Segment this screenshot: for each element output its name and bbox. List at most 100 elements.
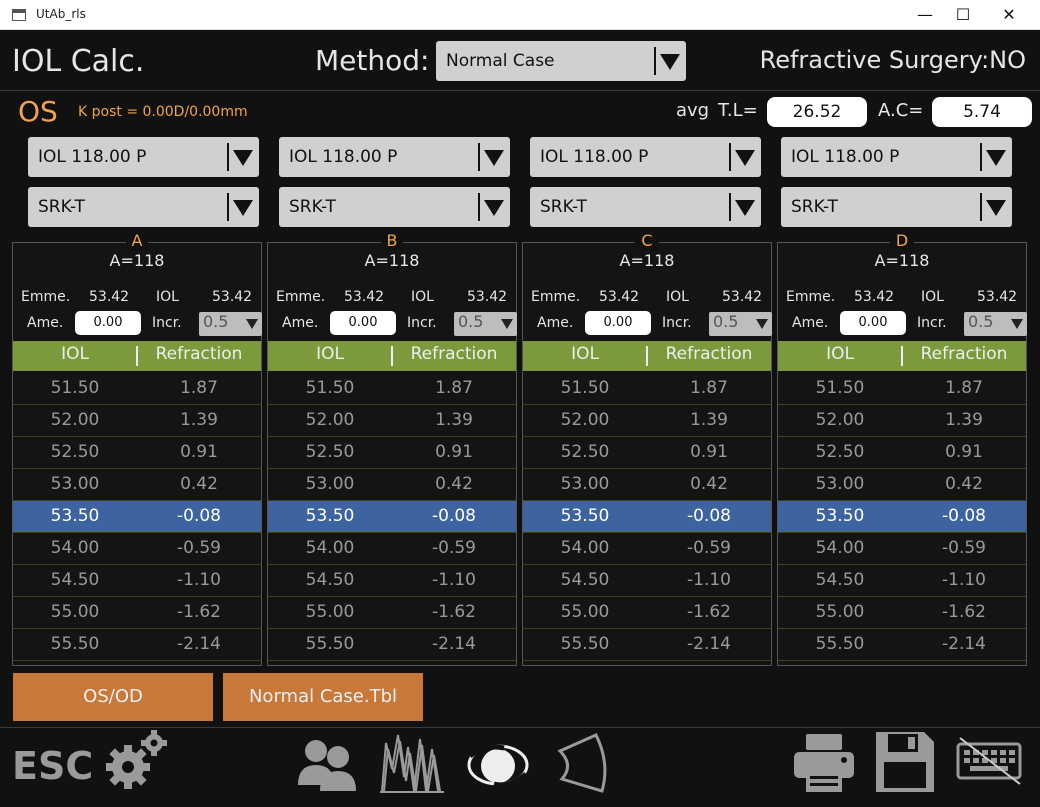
table-header: IOL Refraction (778, 341, 1026, 371)
waveform-icon[interactable] (380, 729, 444, 795)
table-row[interactable]: 51.50 1.87 (13, 373, 261, 405)
table-row[interactable]: 53.00 0.42 (268, 469, 516, 501)
col-header-refraction: Refraction (920, 344, 1008, 364)
table-row[interactable]: 55.50 -2.14 (268, 629, 516, 661)
dropdown-separator (227, 143, 229, 171)
keyboard-icon[interactable] (954, 736, 1024, 786)
table-row[interactable]: 55.00 -1.62 (13, 597, 261, 629)
iol-dropdown-value: IOL 118.00 P (791, 147, 900, 167)
table-row[interactable]: 55.00 -1.62 (778, 597, 1026, 629)
refraction-cell: -1.10 (942, 570, 986, 590)
printer-icon[interactable] (792, 732, 856, 794)
formula-dropdown-d[interactable]: SRK-T (781, 187, 1012, 227)
table-row[interactable]: 52.00 1.39 (523, 405, 771, 437)
table-row[interactable]: 54.50 -1.10 (268, 565, 516, 597)
table-row[interactable]: 54.00 -0.59 (778, 533, 1026, 565)
divider (0, 727, 1040, 728)
iol-dropdown-b[interactable]: IOL 118.00 P (279, 137, 510, 177)
table-row[interactable]: 54.00 -0.59 (13, 533, 261, 565)
iol-label: IOL (666, 289, 689, 305)
refraction-cell: -1.10 (687, 570, 731, 590)
table-row[interactable]: 54.00 -0.59 (268, 533, 516, 565)
normal-case-tbl-button[interactable]: Normal Case.Tbl (223, 673, 423, 721)
iol-power-cell: 54.50 (815, 570, 865, 590)
cornea-icon[interactable] (556, 733, 612, 795)
panel-letter: D (778, 231, 1026, 250)
table-row[interactable]: 51.50 1.87 (778, 373, 1026, 405)
title-bar[interactable]: UtAb_rls — ☐ ✕ (0, 0, 1040, 30)
table-row[interactable]: 55.00 -1.62 (523, 597, 771, 629)
table-row[interactable]: 53.00 0.42 (778, 469, 1026, 501)
ame-input[interactable]: 0.00 (75, 311, 141, 335)
formula-dropdown-c[interactable]: SRK-T (530, 187, 761, 227)
table-row[interactable]: 52.50 0.91 (13, 437, 261, 469)
esc-button[interactable]: ESC (12, 744, 93, 788)
table-row[interactable]: 53.50 -0.08 (778, 501, 1026, 533)
refraction-cell: -0.08 (687, 506, 731, 526)
iol-dropdown-c[interactable]: IOL 118.00 P (530, 137, 761, 177)
table-row[interactable]: 52.50 0.91 (268, 437, 516, 469)
ame-input[interactable]: 0.00 (840, 311, 906, 335)
emme-value: 53.42 (89, 289, 130, 305)
table-row[interactable]: 53.00 0.42 (13, 469, 261, 501)
table-row[interactable]: 54.50 -1.10 (778, 565, 1026, 597)
ac-value-field[interactable]: 5.74 (932, 97, 1032, 127)
patients-icon[interactable] (296, 733, 358, 793)
method-dropdown[interactable]: Normal Case (436, 41, 686, 81)
refraction-cell: 0.42 (180, 474, 218, 494)
table-row[interactable]: 55.50 -2.14 (13, 629, 261, 661)
dropdown-separator (227, 193, 229, 221)
incr-label: Incr. (662, 315, 692, 331)
result-panel-d: D A=118 Emme. 53.42 IOL 53.42 Ame. 0.00 Incr. 0.5… (777, 231, 1027, 666)
table-row[interactable]: 51.50 1.87 (268, 373, 516, 405)
eye-side-label: OS (18, 95, 58, 128)
incr-label: Incr. (407, 315, 437, 331)
incr-dropdown[interactable]: 0.5 (964, 312, 1027, 336)
table-row[interactable]: 53.50 -0.08 (523, 501, 771, 533)
iol-dropdown-d[interactable]: IOL 118.00 P (781, 137, 1012, 177)
os-od-button[interactable]: OS/OD (13, 673, 213, 721)
gear-icon[interactable] (104, 729, 168, 789)
table-row[interactable]: 52.50 0.91 (523, 437, 771, 469)
incr-dropdown[interactable]: 0.5 (454, 312, 517, 336)
iol-power-cell: 54.50 (560, 570, 610, 590)
incr-dropdown[interactable]: 0.5 (709, 312, 772, 336)
refraction-cell: -2.14 (687, 634, 731, 654)
table-row[interactable]: 52.50 0.91 (778, 437, 1026, 469)
table-header: IOL Refraction (523, 341, 771, 371)
incr-label: Incr. (917, 315, 947, 331)
refraction-cell: -1.10 (177, 570, 221, 590)
ame-input[interactable]: 0.00 (585, 311, 651, 335)
formula-dropdown-b[interactable]: SRK-T (279, 187, 510, 227)
iol-power-cell: 52.50 (50, 442, 100, 462)
maximize-button[interactable]: ☐ (940, 0, 986, 30)
save-icon[interactable] (874, 730, 936, 794)
emme-label: Emme. (786, 289, 836, 305)
table-row[interactable]: 53.50 -0.08 (13, 501, 261, 533)
table-header: IOL Refraction (268, 341, 516, 371)
table-row[interactable]: 52.00 1.39 (778, 405, 1026, 437)
chevron-down-icon (735, 150, 755, 166)
incr-dropdown[interactable]: 0.5 (199, 312, 262, 336)
eye-icon[interactable] (466, 738, 530, 792)
emme-label: Emme. (531, 289, 581, 305)
table-row[interactable]: 55.50 -2.14 (523, 629, 771, 661)
table-row[interactable]: 55.00 -1.62 (268, 597, 516, 629)
dropdown-separator (478, 143, 480, 171)
table-row[interactable]: 54.50 -1.10 (523, 565, 771, 597)
table-row[interactable]: 51.50 1.87 (523, 373, 771, 405)
chevron-down-icon (484, 200, 504, 216)
table-row[interactable]: 53.50 -0.08 (268, 501, 516, 533)
chevron-down-icon (1011, 319, 1023, 329)
tl-value-field[interactable]: 26.52 (767, 97, 867, 127)
table-row[interactable]: 54.50 -1.10 (13, 565, 261, 597)
ame-input[interactable]: 0.00 (330, 311, 396, 335)
close-button[interactable]: ✕ (986, 0, 1032, 30)
table-row[interactable]: 52.00 1.39 (268, 405, 516, 437)
table-row[interactable]: 54.00 -0.59 (523, 533, 771, 565)
iol-dropdown-a[interactable]: IOL 118.00 P (28, 137, 259, 177)
table-row[interactable]: 55.50 -2.14 (778, 629, 1026, 661)
formula-dropdown-a[interactable]: SRK-T (28, 187, 259, 227)
table-row[interactable]: 53.00 0.42 (523, 469, 771, 501)
table-row[interactable]: 52.00 1.39 (13, 405, 261, 437)
